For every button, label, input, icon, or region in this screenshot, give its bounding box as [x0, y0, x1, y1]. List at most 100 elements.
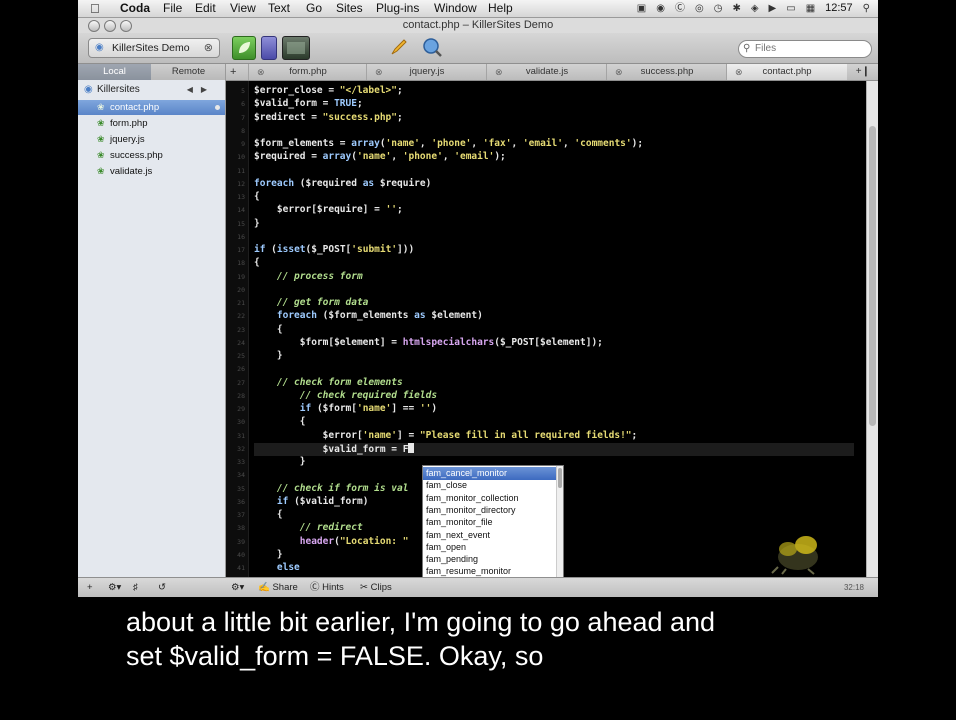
refresh-icon[interactable]: ↺ [158, 578, 166, 597]
autocomplete-item[interactable]: fam_monitor_directory [423, 504, 558, 517]
menu-sites[interactable]: Sites [336, 0, 363, 17]
autocomplete-scroll-thumb[interactable] [558, 468, 562, 488]
autocomplete-item[interactable]: fam_open [423, 541, 558, 554]
code-line[interactable]: { [254, 257, 260, 269]
editor-tab-jquery[interactable]: jquery.js ⊗ [366, 64, 487, 80]
menu-help[interactable]: Help [488, 0, 513, 17]
code-line[interactable]: $redirect = "success.php"; [254, 112, 403, 124]
add-tab-icon[interactable]: + [230, 64, 236, 80]
apple-menu-icon[interactable]:  [90, 0, 100, 17]
sidebar-file-success[interactable]: ❀ success.php [78, 148, 225, 163]
code-line[interactable]: header("Location: " [254, 536, 409, 548]
css-mode-button[interactable] [261, 36, 277, 60]
editor-vertical-scrollbar[interactable] [866, 81, 878, 577]
close-tab-icon[interactable]: ⊗ [615, 64, 623, 80]
autocomplete-item[interactable]: fam_monitor_collection [423, 492, 558, 505]
menu-file[interactable]: File [163, 0, 182, 17]
close-tab-icon[interactable]: ⊗ [257, 64, 265, 80]
share-button[interactable]: ✍ Share [258, 578, 298, 597]
code-line[interactable]: // check required fields [254, 390, 437, 402]
volume-icon[interactable]: ▶ [769, 0, 777, 17]
autocomplete-scrollbar[interactable] [556, 466, 563, 590]
autocomplete-item[interactable]: fam_next_event [423, 529, 558, 542]
code-line[interactable]: // get form data [254, 297, 369, 309]
inspect-button[interactable] [420, 36, 442, 58]
menu-window[interactable]: Window [434, 0, 477, 17]
code-line[interactable]: { [254, 324, 283, 336]
action-gear-icon[interactable]: ⚙▾ [108, 578, 121, 597]
code-line[interactable]: $valid_form = TRUE; [254, 98, 363, 110]
file-search-field[interactable]: ⚲ [738, 40, 872, 58]
code-line[interactable]: { [254, 416, 306, 428]
code-line[interactable]: foreach ($required as $require) [254, 178, 431, 190]
menubar-clock[interactable]: 12:57 [825, 0, 853, 17]
record-icon[interactable]: ◉ [656, 0, 665, 17]
autocomplete-popup[interactable]: fam_cancel_monitor fam_close fam_monitor_c… [422, 465, 564, 591]
editor-tab-success[interactable]: success.php ⊗ [606, 64, 727, 80]
battery-icon[interactable]: ▭ [786, 0, 795, 17]
code-line[interactable]: } [254, 218, 260, 230]
editor-tab-validate[interactable]: validate.js ⊗ [486, 64, 607, 80]
terminal-mode-button[interactable] [282, 36, 310, 60]
menu-view[interactable]: View [230, 0, 256, 17]
spotlight-search-icon[interactable]: ⚲ [863, 0, 870, 17]
code-line[interactable]: // check if form is val [254, 483, 409, 495]
code-line[interactable]: $required = array('name', 'phone', 'emai… [254, 151, 506, 163]
close-tab-icon[interactable]: ⊗ [375, 64, 383, 80]
code-line[interactable]: if ($valid_form) [254, 496, 369, 508]
code-line[interactable]: // redirect [254, 522, 363, 534]
site-tab[interactable]: ◉ KillerSites Demo ⊗ [88, 38, 220, 58]
time-machine-icon[interactable]: ◷ [714, 0, 723, 17]
code-line[interactable]: $form[$element] = htmlspecialchars($_POS… [254, 337, 603, 349]
editor-tab-contact[interactable]: contact.php ⊗ [726, 64, 847, 80]
tab-remote[interactable]: Remote [152, 64, 225, 80]
sync-icon[interactable]: ◎ [695, 0, 704, 17]
code-line[interactable]: $error[$require] = ''; [254, 204, 403, 216]
menu-edit[interactable]: Edit [195, 0, 216, 17]
nav-arrows-icon[interactable]: ◀▶ [187, 81, 215, 99]
code-line[interactable]: if ($form['name'] == '') [254, 403, 437, 415]
code-line[interactable]: // check form elements [254, 377, 403, 389]
autocomplete-item[interactable]: fam_close [423, 479, 558, 492]
code-line[interactable]: } [254, 350, 283, 362]
code-line[interactable]: else [254, 562, 300, 574]
autocomplete-item[interactable]: fam_pending [423, 553, 558, 566]
bluetooth-icon[interactable]: ✱ [732, 0, 740, 17]
close-site-tab-icon[interactable]: ⊗ [204, 39, 213, 57]
menu-plugins[interactable]: Plug-ins [376, 0, 419, 17]
code-line[interactable]: $valid_form = F [254, 442, 854, 456]
edit-mode-button[interactable] [232, 36, 256, 60]
menu-app[interactable]: Coda [120, 0, 150, 17]
sidebar-file-contact[interactable]: ❀ contact.php [78, 100, 225, 115]
screen-icon[interactable]: ▣ [637, 0, 646, 17]
scrollbar-thumb[interactable] [869, 126, 876, 426]
pencil-button[interactable] [388, 36, 410, 58]
code-line[interactable]: foreach ($form_elements as $element) [254, 310, 483, 322]
autocomplete-item[interactable]: fam_monitor_file [423, 516, 558, 529]
clips-button[interactable]: ✂ Clips [360, 578, 392, 597]
close-tab-icon[interactable]: ⊗ [495, 64, 503, 80]
autocomplete-item[interactable]: fam_cancel_monitor [423, 467, 558, 480]
editor-tab-form[interactable]: form.php ⊗ [248, 64, 367, 80]
code-line[interactable]: { [254, 509, 283, 521]
sidebar-file-validate[interactable]: ❀ validate.js [78, 164, 225, 179]
wifi-icon[interactable]: ◈ [751, 0, 759, 17]
tab-overflow-icon[interactable]: +❙ [856, 64, 870, 80]
code-line[interactable]: } [254, 549, 283, 561]
calendar-icon[interactable]: ▦ [806, 0, 815, 17]
skype-icon[interactable]: Ⓒ [675, 0, 685, 17]
code-line[interactable]: // process form [254, 271, 363, 283]
file-search-input[interactable] [755, 42, 863, 55]
close-tab-icon[interactable]: ⊗ [735, 64, 743, 80]
sidebar-file-form[interactable]: ❀ form.php [78, 116, 225, 131]
tab-local[interactable]: Local [78, 64, 151, 80]
code-line[interactable]: { [254, 191, 260, 203]
code-line[interactable]: if (isset($_POST['submit'])) [254, 244, 414, 256]
add-file-icon[interactable]: + [87, 578, 93, 597]
code-line[interactable]: $error['name'] = "Please fill in all req… [254, 430, 638, 442]
menu-go[interactable]: Go [306, 0, 322, 17]
menu-text[interactable]: Text [268, 0, 290, 17]
sidebar-file-jquery[interactable]: ❀ jquery.js [78, 132, 225, 147]
code-line[interactable]: $error_close = "</label>"; [254, 85, 403, 97]
code-line[interactable]: $form_elements = array('name', 'phone', … [254, 138, 643, 150]
